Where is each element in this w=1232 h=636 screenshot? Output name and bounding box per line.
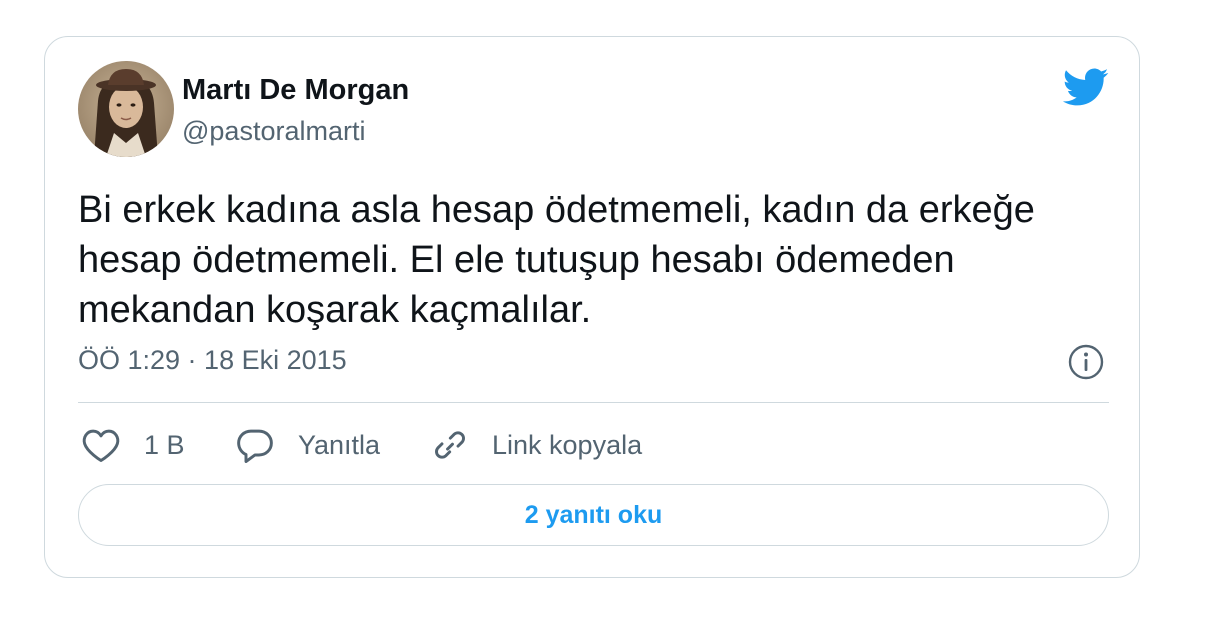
avatar-image: [78, 61, 174, 157]
tweet-text: Bi erkek kadına asla hesap ödetmemeli, k…: [78, 185, 1098, 335]
reply-label: Yanıtla: [298, 430, 381, 460]
tweet-text-line: hesap ödetmemeli. El ele tutuşup hesabı …: [78, 239, 955, 281]
copy-link-button[interactable]: Link kopyala: [430, 427, 642, 463]
copy-link-label: Link kopyala: [492, 430, 643, 460]
read-replies-button[interactable]: 2 yanıtı oku: [78, 484, 1109, 546]
tweet-text-line: Bi erkek kadına asla hesap ödetmemeli, k…: [78, 189, 1035, 231]
tweet-timestamp[interactable]: ÖÖ 1:29 · 18 Eki 2015: [78, 344, 347, 376]
divider: [78, 402, 1109, 403]
twitter-bird-icon[interactable]: [1061, 67, 1109, 107]
like-button[interactable]: 1 B: [81, 427, 185, 463]
like-count: 1 B: [144, 430, 185, 460]
heart-icon: [82, 429, 120, 463]
reply-button[interactable]: Yanıtla: [235, 427, 380, 463]
speech-bubble-icon: [237, 429, 273, 463]
avatar[interactable]: [78, 61, 174, 157]
tweet-card: Martı De Morgan @pastoralmarti Bi erkek …: [44, 36, 1140, 578]
info-icon[interactable]: [1067, 343, 1105, 381]
author-handle[interactable]: @pastoralmarti: [182, 115, 365, 147]
twitter-bird-svg: [1062, 68, 1109, 106]
link-icon: [435, 431, 465, 459]
author-name[interactable]: Martı De Morgan: [182, 73, 409, 107]
info-svg: [1068, 344, 1104, 380]
tweet-text-line: mekandan koşarak kaçmalılar.: [78, 289, 592, 331]
